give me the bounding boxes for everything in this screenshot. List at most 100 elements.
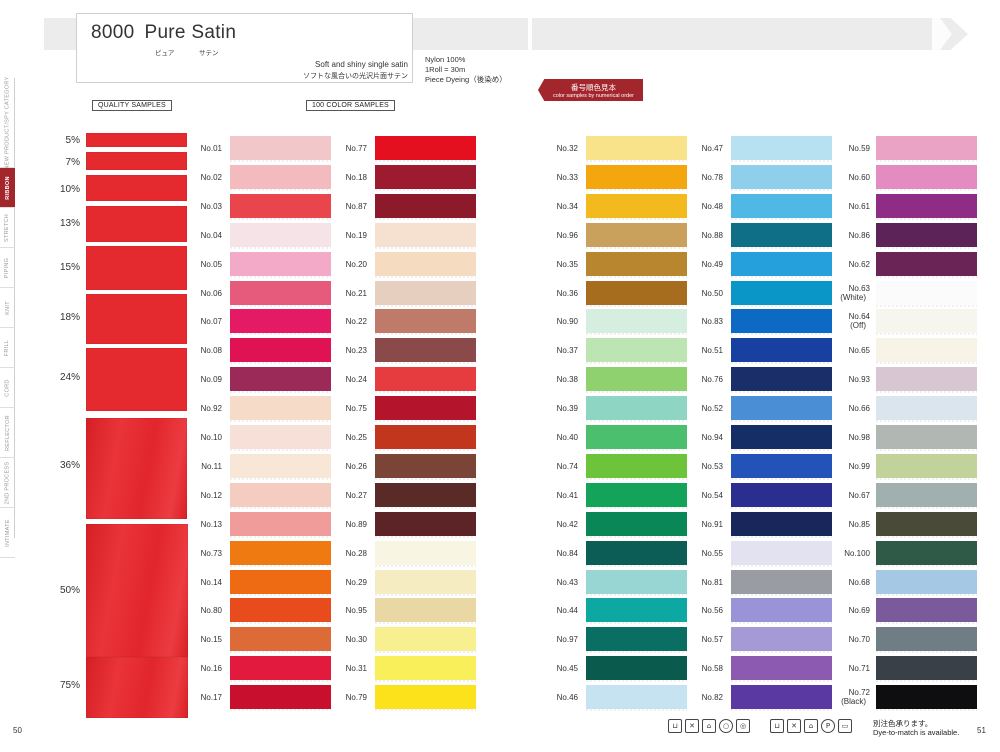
color-label-line: No.34 bbox=[556, 201, 578, 211]
color-label: No.98 bbox=[822, 433, 870, 442]
color-label: No.88 bbox=[675, 231, 723, 240]
color-swatch bbox=[876, 164, 977, 191]
color-label: No.46 bbox=[530, 693, 578, 702]
color-swatch bbox=[375, 338, 476, 365]
color-label-line: No.59 bbox=[848, 144, 870, 153]
color-label-line: No.15 bbox=[200, 635, 222, 645]
color-swatch bbox=[230, 338, 331, 365]
color-label-line: No.26 bbox=[345, 461, 367, 471]
color-swatch bbox=[230, 222, 331, 249]
color-label: No.99 bbox=[822, 462, 870, 471]
color-label-line: No.84 bbox=[556, 548, 578, 558]
color-swatch bbox=[230, 425, 331, 451]
color-label-line: No.91 bbox=[701, 519, 723, 529]
nav-item-ribbon[interactable]: RIBBON bbox=[0, 168, 15, 208]
product-title-box: 8000 Pure Satin ピュア サテン Soft and shiny si… bbox=[76, 13, 413, 83]
nav-item-knit[interactable]: KNIT bbox=[0, 288, 15, 328]
nav-item-frill[interactable]: FRILL bbox=[0, 328, 15, 368]
dryclean-p-icon: P bbox=[821, 719, 835, 733]
color-swatch bbox=[375, 685, 476, 712]
nav-item-new-product-spy-category[interactable]: NEW PRODUCT/SPY CATEGORY bbox=[0, 76, 15, 169]
color-label-line: No.97 bbox=[556, 635, 578, 645]
nav-item-cord[interactable]: CORD bbox=[0, 368, 15, 408]
nav-item-label: FRILL bbox=[4, 339, 11, 356]
color-label-line: No.69 bbox=[848, 606, 870, 616]
color-swatch bbox=[731, 280, 832, 307]
color-swatch bbox=[375, 136, 476, 162]
color-label-line: No.23 bbox=[345, 346, 367, 356]
color-label-line: No.03 bbox=[200, 201, 222, 211]
color-label: No.04 bbox=[174, 231, 222, 240]
nav-item-reflector[interactable]: REFLECTOR bbox=[0, 408, 15, 458]
nav-item-label: 2ND PROCESS bbox=[4, 461, 11, 504]
color-label-line: No.43 bbox=[556, 577, 578, 587]
nav-item-piping[interactable]: PIPING bbox=[0, 248, 15, 288]
color-label-line: No.21 bbox=[345, 288, 367, 298]
color-swatch bbox=[586, 627, 687, 654]
color-swatch bbox=[586, 222, 687, 249]
nav-item-2nd-process[interactable]: 2ND PROCESS bbox=[0, 458, 15, 508]
color-swatch bbox=[876, 280, 977, 307]
color-label-line: No.62 bbox=[848, 259, 870, 269]
color-swatch bbox=[876, 540, 977, 567]
quality-label: 10% bbox=[59, 184, 80, 195]
color-swatch bbox=[230, 656, 331, 683]
color-label: No.69 bbox=[822, 606, 870, 615]
color-swatch bbox=[731, 251, 832, 278]
nav-item-intimate[interactable]: INTIMATE bbox=[0, 508, 15, 558]
color-label: No.63 (White) bbox=[822, 284, 870, 302]
color-label: No.10 bbox=[174, 433, 222, 442]
color-swatch bbox=[586, 453, 687, 480]
category-side-nav: NEW PRODUCT/SPY CATEGORY RIBBON STRETCH PIP… bbox=[0, 76, 15, 558]
color-label-line: No.96 bbox=[556, 230, 578, 240]
spec-material: Nylon 100% bbox=[425, 55, 466, 64]
quality-label: 50% bbox=[59, 585, 80, 596]
color-label-line: No.05 bbox=[200, 259, 222, 269]
color-label: No.44 bbox=[530, 606, 578, 615]
color-swatch bbox=[731, 338, 832, 365]
color-label-line: No.74 bbox=[556, 461, 578, 471]
color-swatch bbox=[876, 511, 977, 538]
color-swatch bbox=[230, 685, 331, 712]
color-label: No.47 bbox=[675, 144, 723, 153]
color-label: No.62 bbox=[822, 260, 870, 269]
color-label-line: No.16 bbox=[200, 664, 222, 674]
color-swatch bbox=[586, 396, 687, 423]
color-swatch bbox=[230, 627, 331, 654]
color-label: No.68 bbox=[822, 578, 870, 587]
color-label: No.41 bbox=[530, 491, 578, 500]
color-label-line: No.98 bbox=[848, 433, 870, 442]
color-label: No.78 bbox=[675, 173, 723, 182]
iron-low-icon: ⌂ bbox=[804, 719, 818, 733]
color-label: No.16 bbox=[174, 664, 222, 673]
color-label: No.19 bbox=[319, 231, 367, 240]
product-ruby-1: ピュア bbox=[155, 50, 175, 57]
color-label: No.28 bbox=[319, 549, 367, 558]
color-label-line: No.92 bbox=[200, 404, 222, 414]
color-swatch bbox=[375, 482, 476, 509]
nav-item-label: INTIMATE bbox=[4, 518, 11, 547]
color-label: No.27 bbox=[319, 491, 367, 500]
nav-item-label: RIBBON bbox=[4, 175, 11, 200]
description-jp: ソフトな風合いの光沢片面サテン bbox=[303, 73, 408, 80]
color-label-line: No.64 bbox=[848, 312, 870, 322]
color-label: No.86 bbox=[822, 231, 870, 240]
color-swatch bbox=[586, 482, 687, 509]
color-swatch bbox=[731, 425, 832, 451]
product-number: 8000 bbox=[91, 22, 135, 43]
flat-dry-icon: ▭ bbox=[838, 719, 852, 733]
color-swatch bbox=[586, 569, 687, 596]
color-label: No.29 bbox=[319, 578, 367, 587]
color-samples-label: 100 COLOR SAMPLES bbox=[306, 100, 395, 111]
color-label-line: No.02 bbox=[200, 172, 222, 182]
page-number-right: 51 bbox=[977, 726, 986, 735]
color-label-line: No.35 bbox=[556, 259, 578, 269]
color-label: No.70 bbox=[822, 635, 870, 644]
color-label: No.85 bbox=[822, 520, 870, 529]
color-label: No.92 bbox=[174, 404, 222, 413]
color-label-line: No.58 bbox=[701, 664, 723, 674]
color-label: No.80 bbox=[174, 606, 222, 615]
quality-label: 75% bbox=[59, 680, 80, 691]
color-label-line: No.60 bbox=[848, 172, 870, 182]
nav-item-stretch[interactable]: STRETCH bbox=[0, 208, 15, 248]
